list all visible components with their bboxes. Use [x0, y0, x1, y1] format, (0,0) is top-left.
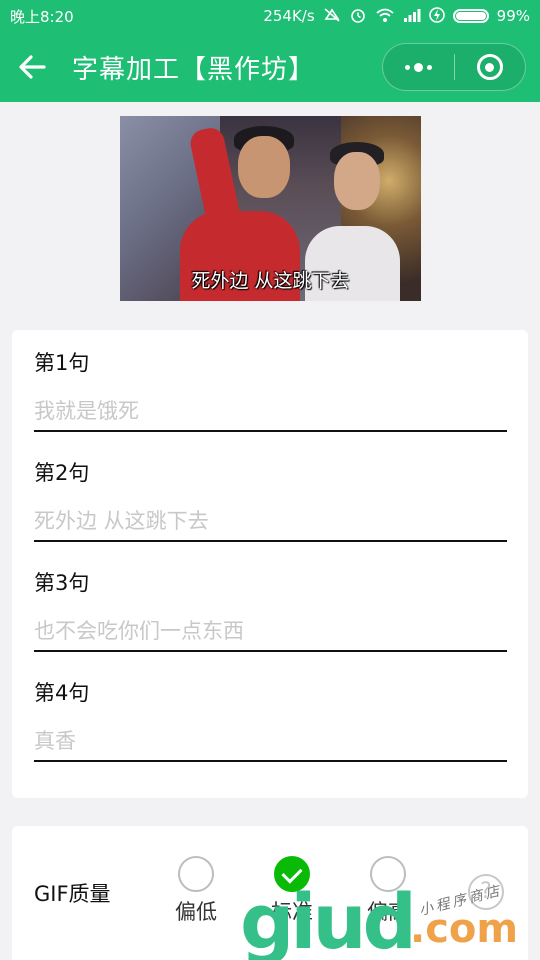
sentence-2-label: 第2句 — [34, 461, 90, 485]
radio-checked-icon — [274, 856, 310, 892]
sentence-4-input[interactable] — [34, 722, 507, 762]
quality-option-standard-label: 标准 — [271, 900, 313, 924]
sentence-1-input[interactable] — [34, 392, 507, 432]
arrow-left-icon — [19, 55, 46, 79]
charging-icon — [428, 6, 445, 27]
battery-icon — [452, 9, 489, 23]
sentences-card: 第1句 第2句 第3句 第4句 — [12, 330, 528, 798]
gif-subtitle: 死外边 从这跳下去 — [191, 270, 350, 292]
mini-program-capsule — [382, 43, 526, 91]
quality-option-low-label: 偏低 — [175, 900, 217, 924]
signal-icon — [403, 8, 421, 25]
close-button[interactable] — [455, 44, 526, 90]
status-bar: 晚上8:20 254K/s 99% — [0, 0, 540, 32]
target-circle-icon — [476, 54, 503, 80]
more-dots-icon — [404, 62, 432, 72]
quality-option-standard[interactable]: 标准 — [262, 856, 322, 926]
page-title: 字幕加工【黑作坊】 — [72, 54, 316, 85]
back-button[interactable] — [0, 32, 64, 102]
sentence-4-label: 第4句 — [34, 681, 90, 705]
battery-percent: 99% — [496, 7, 530, 25]
radio-unchecked-icon — [178, 856, 214, 892]
quality-label: GIF质量 — [34, 882, 111, 906]
status-time: 晚上8:20 — [10, 7, 74, 26]
network-speed: 254K/s — [263, 7, 315, 25]
wifi-icon — [375, 7, 395, 26]
nav-bar: 字幕加工【黑作坊】 — [0, 32, 540, 102]
alarm-icon — [349, 6, 367, 27]
sentence-3-label: 第3句 — [34, 571, 90, 595]
quality-option-high-label: 偏高 — [367, 900, 409, 924]
sentence-1-label: 第1句 — [34, 351, 90, 375]
quality-option-high[interactable]: 偏高 — [358, 856, 418, 926]
gif-preview: 死外边 从这跳下去 — [120, 116, 421, 301]
mute-icon — [323, 7, 341, 26]
quality-card: GIF质量 偏低 标准 偏高 ? — [12, 826, 528, 960]
help-icon[interactable]: ? — [468, 874, 504, 910]
status-icons: 254K/s 99% — [263, 6, 530, 27]
sentence-3-input[interactable] — [34, 612, 507, 652]
radio-unchecked-icon — [370, 856, 406, 892]
quality-option-low[interactable]: 偏低 — [166, 856, 226, 926]
more-button[interactable] — [383, 44, 454, 90]
sentence-2-input[interactable] — [34, 502, 507, 542]
